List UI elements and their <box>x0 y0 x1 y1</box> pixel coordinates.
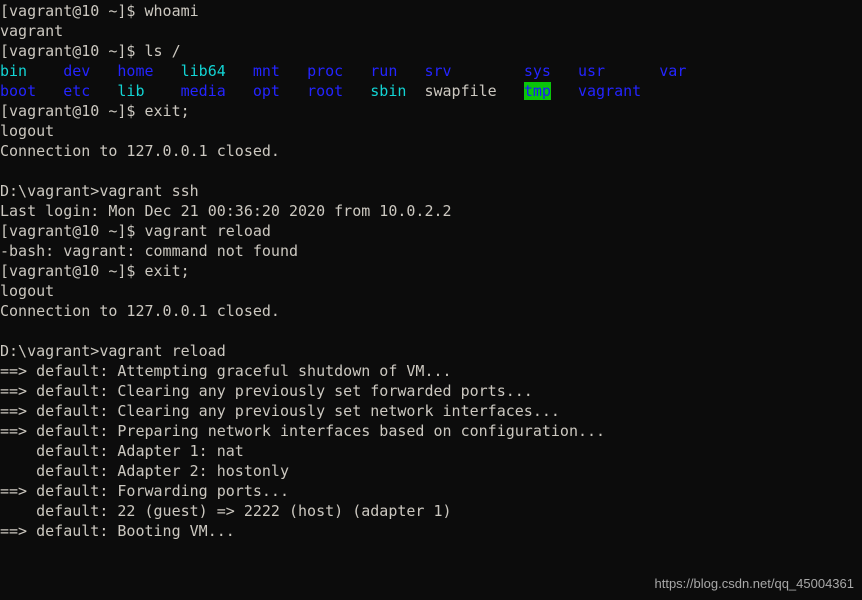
ls-entry-gap <box>27 62 63 80</box>
console-output[interactable]: [vagrant@10 ~]$ whoami vagrant [vagrant@… <box>0 1 862 541</box>
console-line: [vagrant@10 ~]$ ls / <box>0 42 181 60</box>
ls-entry-opt: opt <box>252 82 280 100</box>
ls-entry-root: root <box>307 82 344 100</box>
ls-entry-gap <box>452 62 524 80</box>
console-line: logout <box>0 122 55 140</box>
ls-entry-etc: etc <box>63 82 91 100</box>
ls-entry-run: run <box>370 62 398 80</box>
ls-entry-gap <box>551 82 578 100</box>
ls-entry-gap <box>280 82 307 100</box>
console-line: D:\vagrant>vagrant ssh <box>0 182 199 200</box>
ls-entry-bin: bin <box>0 62 28 80</box>
ls-entry-gap <box>90 82 117 100</box>
ls-entry-var: var <box>659 62 687 80</box>
console-line: -bash: vagrant: command not found <box>0 242 299 260</box>
ls-entry-vagrant: vagrant <box>578 82 642 100</box>
ls-entry-media: media <box>180 82 226 100</box>
console-line: ==> default: Clearing any previously set… <box>0 402 560 420</box>
ls-entry-tmp: tmp <box>523 82 551 100</box>
console-line: ==> default: Clearing any previously set… <box>0 382 533 400</box>
console-line: logout <box>0 282 55 300</box>
ls-entry-dev: dev <box>63 62 91 80</box>
ls-entry-srv: srv <box>424 62 452 80</box>
ls-entry-gap <box>406 82 424 100</box>
ls-entry-gap <box>605 62 659 80</box>
console-line: ==> default: Attempting graceful shutdow… <box>0 362 452 380</box>
ls-entry-gap <box>343 82 370 100</box>
ls-entry-gap <box>497 82 524 100</box>
terminal-window[interactable]: [vagrant@10 ~]$ whoami vagrant [vagrant@… <box>0 0 862 600</box>
ls-entry-lib64: lib64 <box>180 62 226 80</box>
ls-entry-gap <box>90 62 117 80</box>
console-line: [vagrant@10 ~]$ whoami <box>0 2 199 20</box>
console-line: Connection to 127.0.0.1 closed. <box>0 142 280 160</box>
ls-entry-usr: usr <box>578 62 606 80</box>
console-line: D:\vagrant>vagrant reload <box>0 342 226 360</box>
ls-entry-gap <box>280 62 307 80</box>
ls-entry-gap <box>397 62 424 80</box>
ls-entry-gap <box>154 62 181 80</box>
ls-entry-gap <box>145 82 181 100</box>
blog-watermark: https://blog.csdn.net/qq_45004361 <box>654 576 855 591</box>
ls-entry-gap <box>551 62 578 80</box>
console-line: [vagrant@10 ~]$ exit; <box>0 102 190 120</box>
ls-entry-proc: proc <box>307 62 344 80</box>
ls-entry-sbin: sbin <box>370 82 407 100</box>
ls-entry-gap <box>36 82 63 100</box>
ls-entry-mnt: mnt <box>252 62 280 80</box>
ls-entry-gap <box>226 62 253 80</box>
ls-entry-swapfile: swapfile <box>424 82 497 100</box>
ls-entry-lib: lib <box>117 82 145 100</box>
ls-output-row-2: boot etc lib media opt root sbin swapfil… <box>0 81 862 101</box>
ls-entry-gap <box>226 82 253 100</box>
console-line: Last login: Mon Dec 21 00:36:20 2020 fro… <box>0 202 452 220</box>
console-line: [vagrant@10 ~]$ exit; <box>0 262 190 280</box>
console-line: Connection to 127.0.0.1 closed. <box>0 302 280 320</box>
console-line: ==> default: Preparing network interface… <box>0 422 606 440</box>
console-line: ==> default: Booting VM... <box>0 522 235 540</box>
console-line: [vagrant@10 ~]$ vagrant reload <box>0 222 271 240</box>
console-line: default: 22 (guest) => 2222 (host) (adap… <box>0 502 452 520</box>
ls-entry-gap <box>343 62 370 80</box>
console-line: ==> default: Forwarding ports... <box>0 482 289 500</box>
console-line: default: Adapter 1: nat <box>0 442 244 460</box>
ls-entry-sys: sys <box>523 62 551 80</box>
console-line: default: Adapter 2: hostonly <box>0 462 289 480</box>
ls-entry-home: home <box>117 62 154 80</box>
ls-entry-boot: boot <box>0 82 37 100</box>
ls-output-row-1: bin dev home lib64 mnt proc run srv sys … <box>0 61 862 81</box>
console-line: vagrant <box>0 22 64 40</box>
